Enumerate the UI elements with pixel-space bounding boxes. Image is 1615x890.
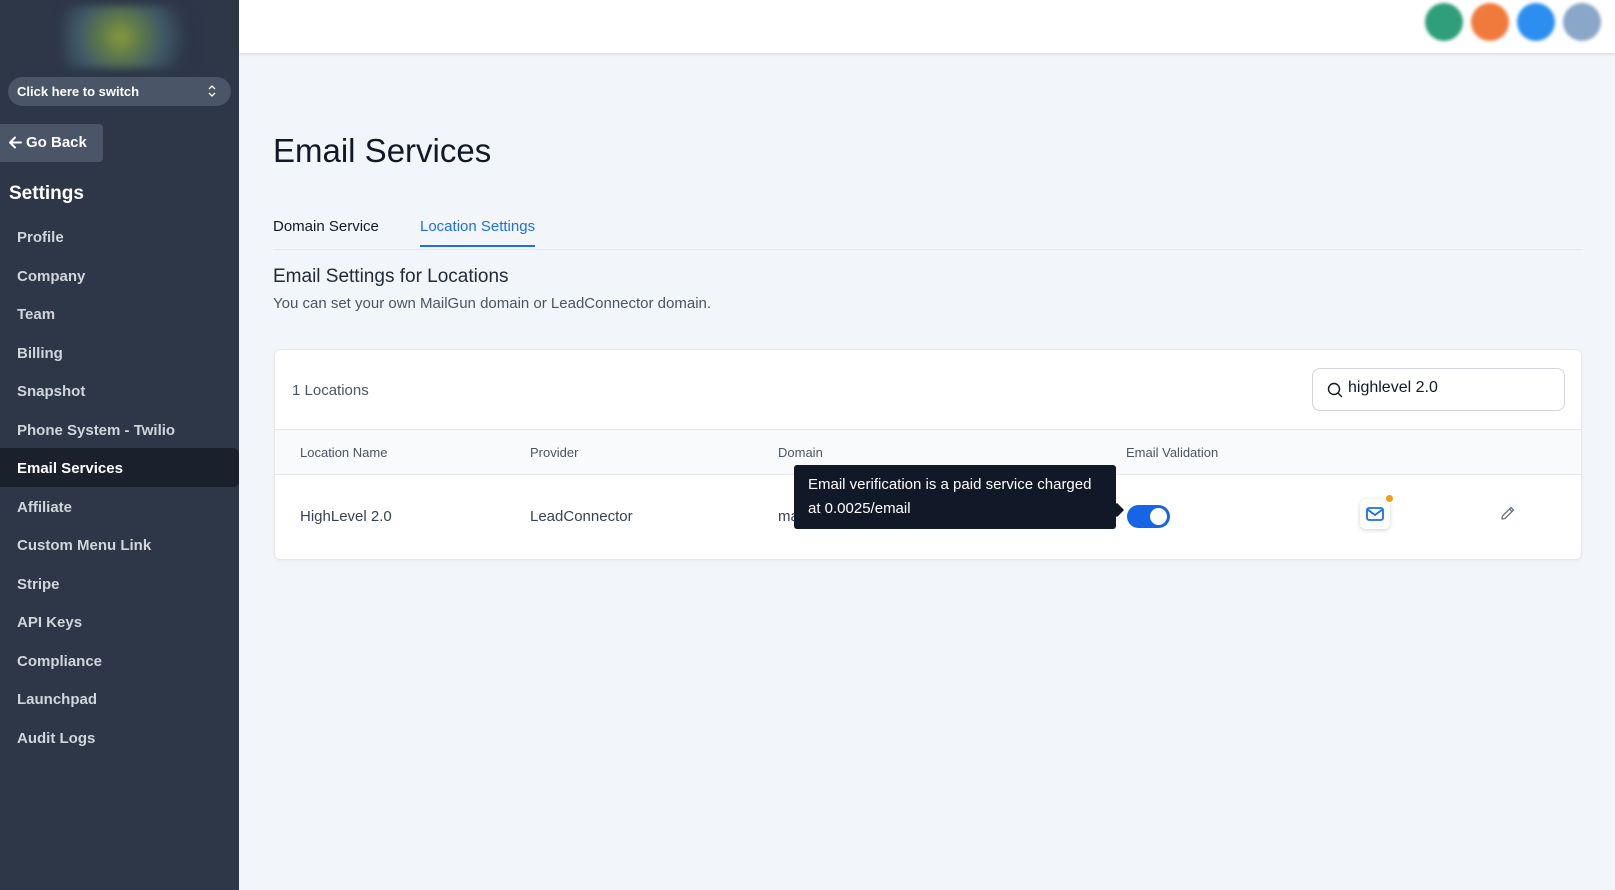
tab-bar: Domain Service Location Settings [273, 216, 1583, 250]
account-switcher[interactable]: Click here to switch [8, 77, 231, 106]
section-subtitle: You can set your own MailGun domain or L… [273, 295, 712, 312]
toggle-knob [1150, 508, 1167, 525]
edit-button[interactable] [1500, 505, 1516, 526]
top-bar [239, 0, 1615, 53]
sidebar: Click here to switch Go Back Settings Pr… [0, 0, 239, 890]
column-header-location-name[interactable]: Location Name [300, 445, 387, 460]
sidebar-item-custom-menu-link[interactable]: Custom Menu Link [0, 525, 239, 564]
mail-icon [1366, 507, 1384, 521]
settings-nav: Profile Company Team Billing Snapshot Ph… [0, 217, 239, 756]
sidebar-item-profile[interactable]: Profile [0, 217, 239, 256]
go-back-label: Go Back [26, 134, 87, 151]
sidebar-item-compliance[interactable]: Compliance [0, 641, 239, 680]
page-title: Email Services [273, 132, 492, 169]
sidebar-item-launchpad[interactable]: Launchpad [0, 679, 239, 718]
switcher-label: Click here to switch [17, 84, 140, 99]
provider-cell: LeadConnector [530, 508, 633, 525]
sidebar-item-billing[interactable]: Billing [0, 333, 239, 372]
email-validation-tooltip: Email verification is a paid service cha… [794, 465, 1116, 529]
tab-domain-service[interactable]: Domain Service [273, 218, 379, 245]
sidebar-item-affiliate[interactable]: Affiliate [0, 487, 239, 526]
locations-count: 1 Locations [292, 382, 369, 399]
settings-heading: Settings [9, 183, 84, 204]
chevron-up-down-icon [208, 85, 216, 97]
sidebar-item-team[interactable]: Team [0, 294, 239, 333]
column-header-provider[interactable]: Provider [530, 445, 578, 460]
search-icon [1327, 382, 1343, 398]
email-settings-button[interactable] [1360, 493, 1395, 529]
email-validation-toggle[interactable] [1127, 505, 1170, 528]
sidebar-item-email-services[interactable]: Email Services [0, 448, 239, 487]
sidebar-item-api-keys[interactable]: API Keys [0, 602, 239, 641]
search-box[interactable] [1312, 368, 1565, 411]
column-header-email-validation[interactable]: Email Validation [1126, 445, 1218, 460]
header-actions [1425, 3, 1601, 41]
avatar[interactable] [1425, 3, 1463, 41]
avatar[interactable] [1517, 3, 1555, 41]
pencil-icon [1501, 506, 1515, 520]
agency-logo [62, 6, 192, 68]
location-name-cell: HighLevel 2.0 [300, 508, 392, 525]
section-title: Email Settings for Locations [273, 266, 509, 287]
sidebar-item-phone-system[interactable]: Phone System - Twilio [0, 410, 239, 449]
warning-badge-icon [1384, 493, 1395, 504]
user-avatar[interactable] [1563, 3, 1601, 41]
tab-location-settings[interactable]: Location Settings [420, 218, 536, 247]
sidebar-item-snapshot[interactable]: Snapshot [0, 371, 239, 410]
column-header-domain[interactable]: Domain [778, 445, 823, 460]
sidebar-item-stripe[interactable]: Stripe [0, 564, 239, 603]
go-back-button[interactable]: Go Back [0, 124, 103, 162]
arrow-left-icon [9, 136, 22, 149]
sidebar-item-company[interactable]: Company [0, 256, 239, 295]
sidebar-item-audit-logs[interactable]: Audit Logs [0, 718, 239, 757]
search-input[interactable] [1348, 379, 1548, 397]
avatar[interactable] [1471, 3, 1509, 41]
